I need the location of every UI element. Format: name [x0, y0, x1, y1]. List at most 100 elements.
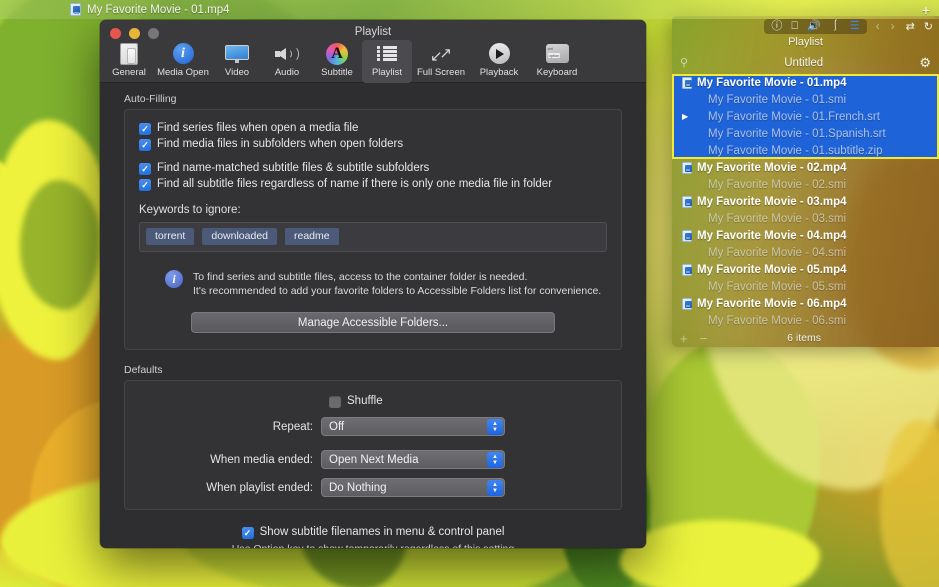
checkbox-find-media-subfolders[interactable]: Find media files in subfolders when open… — [139, 138, 607, 151]
option-key-hint: Use Option key to show temporarily regar… — [124, 543, 622, 548]
media-file-icon — [682, 162, 692, 174]
playlist-subtitle-row[interactable]: My Favorite Movie - 01.Spanish.srt — [672, 125, 939, 142]
checkbox-find-media-subfolders-box[interactable] — [139, 139, 151, 151]
accessible-folders-info: i To find series and subtitle files, acc… — [139, 270, 607, 298]
playlist-group[interactable]: My Favorite Movie - 02.mp4 My Favorite M… — [672, 159, 939, 193]
checkbox-find-name-matched-subtitles-box[interactable] — [139, 163, 151, 175]
tab-full-screen[interactable]: ↗↙ Full Screen — [412, 40, 470, 83]
manage-accessible-folders-button[interactable]: Manage Accessible Folders... — [191, 312, 555, 333]
info-line-2: It's recommended to add your favorite fo… — [193, 285, 601, 297]
repeat-select[interactable]: Off ▲▼ — [321, 417, 505, 436]
volume-icon[interactable]: 🔊 — [807, 21, 821, 32]
playlist-subtitle-row[interactable]: My Favorite Movie - 03.smi — [672, 210, 939, 227]
playlist-group[interactable]: My Favorite Movie - 06.mp4 My Favorite M… — [672, 295, 939, 329]
tab-media-open[interactable]: i Media Open — [154, 40, 212, 83]
info-line-1: To find series and subtitle files, acces… — [193, 271, 527, 283]
playlist-subtitle-label: My Favorite Movie - 01.smi — [682, 94, 846, 106]
media-file-icon — [70, 3, 81, 16]
keyword-chip[interactable]: readme — [285, 228, 339, 245]
media-file-icon — [682, 77, 692, 89]
tab-subtitle[interactable]: A Subtitle — [312, 40, 362, 83]
display-icon[interactable]: ⎕ — [791, 21, 798, 32]
playlist-media-label: My Favorite Movie - 06.mp4 — [697, 298, 847, 310]
shuffle-icon[interactable]: ⇄ — [906, 20, 915, 33]
playlist-subtitle-row[interactable]: My Favorite Movie - 05.smi — [672, 278, 939, 295]
playlist-panel: ⓘ ⎕ 🔊 ⎰ ☰ ‹ › ⇄ ↻ Playlist ⚲ Untitled ⚙ — [672, 16, 939, 347]
checkbox-find-name-matched-subtitles-label: Find name-matched subtitle files & subti… — [157, 162, 429, 175]
tab-full-screen-label: Full Screen — [417, 67, 465, 78]
playlist-icon[interactable]: ☰ — [850, 21, 860, 32]
expand-arrows-icon: ↗↙ — [430, 41, 452, 66]
tab-keyboard-label: Keyboard — [537, 67, 578, 78]
playlist-subtitle-row[interactable]: My Favorite Movie - 01.smi — [672, 91, 939, 108]
keyword-chip[interactable]: torrent — [146, 228, 194, 245]
playlist-subtitle-row[interactable]: ▶ My Favorite Movie - 01.French.srt — [672, 108, 939, 125]
window-title: Playlist — [100, 26, 646, 38]
media-file-icon — [682, 264, 692, 276]
tab-video[interactable]: Video — [212, 40, 262, 83]
keywords-to-ignore-field[interactable]: torrent downloaded readme — [139, 222, 607, 252]
tab-playback-label: Playback — [480, 67, 519, 78]
playlist-modes: ⇄ ↻ — [906, 20, 933, 33]
playlist-media-row[interactable]: My Favorite Movie - 02.mp4 — [672, 159, 939, 176]
tab-general-label: General — [112, 67, 146, 78]
checkbox-shuffle[interactable]: Shuffle — [139, 395, 607, 408]
tab-keyboard[interactable]: ctrloption Keyboard — [528, 40, 586, 83]
checkbox-show-subtitle-filenames-label: Show subtitle filenames in menu & contro… — [260, 526, 505, 539]
playlist-group[interactable]: My Favorite Movie - 03.mp4 My Favorite M… — [672, 193, 939, 227]
repeat-label: Repeat: — [139, 421, 321, 433]
font-color-icon: A — [326, 41, 348, 66]
previous-button[interactable]: ‹ — [876, 19, 880, 33]
playlist-subtitle-row[interactable]: My Favorite Movie - 04.smi — [672, 244, 939, 261]
info-icon[interactable]: ⓘ — [771, 21, 782, 32]
playlist-media-row[interactable]: My Favorite Movie - 01.mp4 — [672, 74, 939, 91]
playlist-media-row[interactable]: My Favorite Movie - 06.mp4 — [672, 295, 939, 312]
checkbox-find-all-subtitles[interactable]: Find all subtitle files regardless of na… — [139, 178, 607, 191]
media-ended-select[interactable]: Open Next Media ▲▼ — [321, 450, 505, 469]
playlist-group[interactable]: My Favorite Movie - 01.mp4 My Favorite M… — [672, 74, 939, 159]
checkbox-shuffle-box[interactable] — [329, 396, 341, 408]
playlist-item-count: 6 items — [677, 332, 931, 344]
gear-icon[interactable]: ⚙ — [919, 55, 931, 71]
checkbox-find-series[interactable]: Find series files when open a media file — [139, 122, 607, 135]
playlist-group[interactable]: My Favorite Movie - 05.mp4 My Favorite M… — [672, 261, 939, 295]
row-playlist-ended: When playlist ended: Do Nothing ▲▼ — [139, 478, 607, 497]
chevron-updown-icon[interactable]: ▲▼ — [487, 452, 503, 468]
menubar-plus-icon[interactable]: + — [922, 3, 930, 17]
defaults-group-label: Defaults — [124, 364, 622, 376]
playlist-subtitle-row[interactable]: My Favorite Movie - 02.smi — [672, 176, 939, 193]
preferences-toolbar: General i Media Open Video Audio A Subti… — [100, 40, 646, 83]
playlist-media-label: My Favorite Movie - 02.mp4 — [697, 162, 847, 174]
tab-playlist[interactable]: Playlist — [362, 40, 412, 83]
checkbox-find-series-box[interactable] — [139, 123, 151, 135]
tab-playback[interactable]: Playback — [470, 40, 528, 83]
speaker-icon — [275, 41, 299, 66]
checkbox-find-name-matched-subtitles[interactable]: Find name-matched subtitle files & subti… — [139, 162, 607, 175]
playlist-media-row[interactable]: My Favorite Movie - 03.mp4 — [672, 193, 939, 210]
media-ended-label: When media ended: — [139, 454, 321, 466]
playlist-group[interactable]: My Favorite Movie - 04.mp4 My Favorite M… — [672, 227, 939, 261]
playlist-media-row[interactable]: My Favorite Movie - 04.mp4 — [672, 227, 939, 244]
keyword-chip[interactable]: downloaded — [202, 228, 277, 245]
checkbox-show-subtitle-filenames-box[interactable] — [242, 527, 254, 539]
playlist-subtitle-label: My Favorite Movie - 05.smi — [682, 281, 846, 293]
media-file-icon — [682, 196, 692, 208]
menubar-app-title: My Favorite Movie - 01.mp4 — [70, 3, 230, 16]
tab-general[interactable]: General — [104, 40, 154, 83]
tab-audio[interactable]: Audio — [262, 40, 312, 83]
playlist-ended-select[interactable]: Do Nothing ▲▼ — [321, 478, 505, 497]
playlist-media-row[interactable]: My Favorite Movie - 05.mp4 — [672, 261, 939, 278]
playlist-panel-title: Playlist — [672, 36, 939, 51]
repeat-icon[interactable]: ↻ — [924, 20, 933, 33]
checkbox-find-all-subtitles-box[interactable] — [139, 179, 151, 191]
wallpaper-blob — [620, 520, 820, 587]
subtitle-icon[interactable]: ⎰ — [830, 21, 841, 32]
next-button[interactable]: › — [891, 19, 895, 33]
chevron-updown-icon[interactable]: ▲▼ — [487, 419, 503, 435]
playlist-subtitle-row[interactable]: My Favorite Movie - 01.subtitle.zip — [672, 142, 939, 159]
chevron-updown-icon[interactable]: ▲▼ — [487, 480, 503, 496]
playlist-subtitle-row[interactable]: My Favorite Movie - 06.smi — [672, 312, 939, 329]
search-icon[interactable]: ⚲ — [680, 56, 688, 69]
general-icon — [120, 41, 138, 66]
checkbox-show-subtitle-filenames[interactable]: Show subtitle filenames in menu & contro… — [124, 526, 622, 539]
